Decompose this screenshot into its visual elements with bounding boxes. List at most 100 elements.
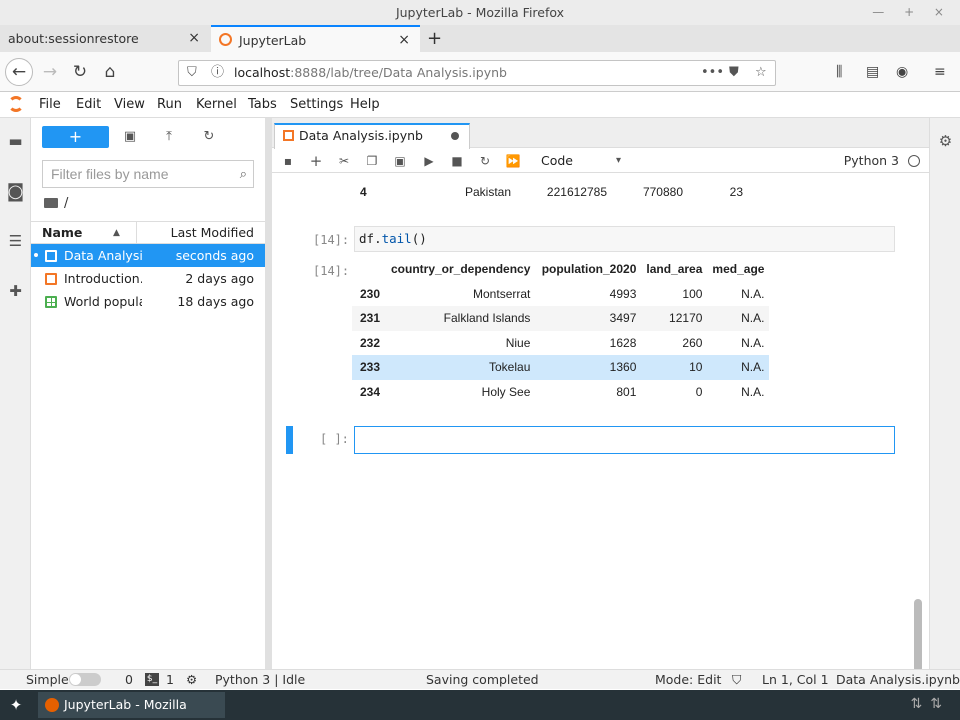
bookmark-star-icon[interactable]: ☆	[755, 61, 767, 85]
copy-icon[interactable]: ❐	[362, 151, 382, 171]
notebook-icon	[45, 273, 57, 285]
output-dataframe-table: country_or_dependency population_2020 la…	[352, 257, 770, 404]
new-tab-plus-icon[interactable]: +	[427, 25, 442, 52]
cut-icon[interactable]: ✂	[334, 151, 354, 171]
cursor-position[interactable]: Ln 1, Col 1	[762, 670, 829, 689]
right-activity-bar: ⚙	[929, 118, 960, 669]
close-icon[interactable]: ×	[188, 25, 200, 52]
paste-icon[interactable]: ▣	[390, 151, 410, 171]
menu-settings[interactable]: Settings	[290, 92, 343, 118]
sidebar-icon[interactable]: ▤	[866, 64, 879, 80]
cell-population: 221612785	[546, 185, 607, 200]
fast-forward-icon[interactable]: ⏩	[503, 151, 523, 171]
filter-files-input[interactable]: Filter files by name ⌕	[42, 160, 254, 188]
row-index: 233	[352, 355, 386, 380]
notebook-scrollbar[interactable]	[914, 599, 922, 669]
browser-tab-sessionrestore[interactable]: about:sessionrestore ×	[0, 25, 210, 52]
pocket-icon[interactable]: ⛊	[729, 61, 739, 85]
notebook-icon	[283, 130, 294, 141]
info-icon[interactable]: ⓘ	[211, 61, 224, 85]
running-stop-icon[interactable]: ◙	[6, 182, 25, 201]
menu-edit[interactable]: Edit	[76, 92, 101, 118]
menu-run[interactable]: Run	[157, 92, 182, 118]
menu-kernel[interactable]: Kernel	[196, 92, 237, 118]
extension-puzzle-icon[interactable]: ✚	[6, 282, 25, 301]
code-object: df	[359, 231, 375, 246]
save-icon[interactable]: ▪	[278, 151, 298, 171]
forward-arrow-icon[interactable]: →	[38, 60, 62, 84]
jupyter-favicon-icon	[219, 33, 232, 46]
upload-icon[interactable]: ⤒	[159, 127, 179, 147]
back-arrow-icon[interactable]: ←	[5, 58, 33, 86]
toc-list-icon[interactable]: ☰	[6, 232, 25, 251]
simple-mode-toggle[interactable]	[69, 673, 101, 686]
breadcrumb-root[interactable]: /	[64, 196, 68, 211]
desktop-taskbar: ✦ JupyterLab - Mozilla Firefox ⇅⇅	[0, 690, 960, 720]
kernels-count[interactable]: 1	[166, 670, 174, 689]
empty-code-cell-input[interactable]	[354, 426, 895, 454]
url-bar[interactable]: ⛉ ⓘ localhost:8888/lab/tree/Data Analysi…	[178, 60, 776, 86]
trusted-shield-icon[interactable]: ⛉	[732, 670, 741, 689]
terminals-count[interactable]: 0	[125, 670, 133, 689]
hamburger-menu-icon[interactable]: ≡	[934, 64, 946, 80]
new-folder-icon[interactable]: ▣	[120, 127, 140, 147]
folder-icon[interactable]: ▬	[6, 132, 25, 151]
browser-tab-label: JupyterLab	[239, 33, 307, 48]
more-dots-icon[interactable]: •••	[701, 61, 724, 85]
column-header: land_area	[646, 262, 703, 277]
account-icon[interactable]: ◉	[896, 64, 908, 80]
start-menu-icon[interactable]: ✦	[6, 695, 26, 715]
notebook-cells: 4 Pakistan 221612785 770880 23 [14]: df.…	[272, 174, 929, 669]
spreadsheet-icon	[45, 296, 57, 308]
cell-med-age: 23	[729, 185, 743, 200]
kernel-name[interactable]: Python 3	[844, 149, 899, 173]
file-item[interactable]: Introduction.ipynb 2 days ago	[31, 267, 265, 290]
file-item[interactable]: Data Analysis.ipynb seconds ago	[31, 244, 265, 267]
unsaved-dot-icon[interactable]	[451, 132, 459, 140]
cell-country: Montserrat	[473, 286, 531, 301]
column-header-name[interactable]: Name	[42, 222, 82, 244]
panel-splitter[interactable]	[265, 118, 272, 669]
reload-icon[interactable]: ↻	[68, 60, 92, 84]
run-icon[interactable]: ▶	[419, 151, 439, 171]
table-row: 230 Montserrat 4993 100 N.A.	[352, 282, 769, 307]
left-activity-bar: ▬ ◙ ☰ ✚	[0, 118, 31, 669]
column-header-modified[interactable]: Last Modified	[171, 222, 254, 244]
notebook-tab[interactable]: Data Analysis.ipynb	[274, 123, 470, 149]
document-tabbar: Data Analysis.ipynb	[272, 118, 929, 149]
new-launcher-button[interactable]: +	[42, 126, 109, 148]
restart-icon[interactable]: ↻	[475, 151, 495, 171]
file-list-header: Name ▲ Last Modified	[31, 221, 265, 244]
menu-help[interactable]: Help	[350, 92, 380, 118]
file-item[interactable]: World population.csv 18 days ago	[31, 290, 265, 313]
refresh-icon[interactable]: ↻	[199, 127, 219, 147]
sort-caret-icon[interactable]: ▲	[113, 222, 120, 244]
browser-tab-jupyterlab[interactable]: JupyterLab ×	[211, 25, 420, 52]
taskbar-app-firefox[interactable]: JupyterLab - Mozilla Firefox	[38, 692, 225, 718]
cell-med-age: N.A.	[707, 355, 770, 380]
property-inspector-gears-icon[interactable]: ⚙	[936, 132, 955, 151]
cell-type-select[interactable]: Code ▾	[541, 151, 621, 171]
breadcrumb[interactable]: /	[44, 196, 68, 211]
search-icon: ⌕	[239, 166, 247, 181]
code-args: ()	[411, 231, 427, 246]
stop-icon[interactable]: ■	[447, 151, 467, 171]
shield-icon[interactable]: ⛉	[187, 61, 197, 85]
menu-tabs[interactable]: Tabs	[248, 92, 277, 118]
system-tray-network-icon[interactable]: ⇅⇅	[911, 696, 950, 712]
index-header	[352, 257, 386, 282]
terminal-icon[interactable]: $_	[145, 673, 159, 686]
current-filename: Data Analysis.ipynb	[836, 672, 960, 687]
add-cell-icon[interactable]: +	[306, 151, 326, 171]
row-index: 4	[360, 185, 367, 200]
kernel-chip-icon[interactable]: ⚙	[186, 670, 197, 689]
close-icon[interactable]: ×	[398, 27, 410, 54]
code-cell-input[interactable]: df.tail()	[354, 226, 895, 252]
menu-view[interactable]: View	[114, 92, 145, 118]
kernel-status[interactable]: Python 3 | Idle	[215, 670, 305, 689]
url-text[interactable]: localhost:8888/lab/tree/Data Analysis.ip…	[234, 61, 507, 85]
menu-file[interactable]: File	[39, 92, 61, 118]
home-icon[interactable]: ⌂	[98, 60, 122, 84]
window-controls[interactable]: — + ×	[872, 0, 952, 25]
library-icon[interactable]: ⫼	[836, 64, 842, 80]
